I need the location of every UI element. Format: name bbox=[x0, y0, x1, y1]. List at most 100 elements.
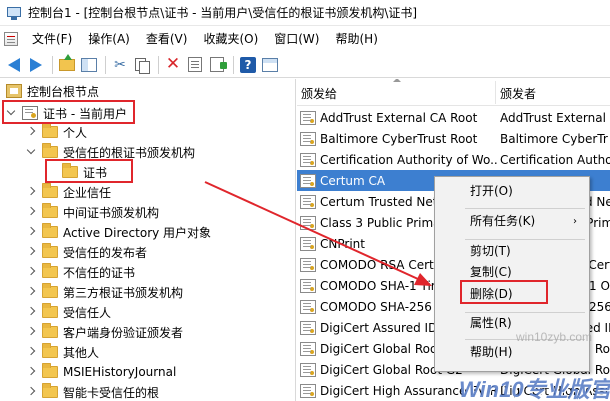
up-one-level-button[interactable] bbox=[57, 53, 77, 75]
cut-icon: ✂ bbox=[114, 56, 126, 73]
folder-icon bbox=[42, 323, 58, 338]
expand-chevron-icon[interactable] bbox=[26, 347, 36, 357]
cell-issued-to: Certification Authority of Wo... bbox=[320, 152, 498, 167]
tree-item-label: 客户端身份验证颁发者 bbox=[63, 325, 184, 340]
certificate-icon bbox=[300, 110, 316, 125]
tree-item-label: 第三方根证书颁发机构 bbox=[63, 285, 184, 300]
folder-icon bbox=[42, 303, 58, 318]
expand-chevron-icon[interactable] bbox=[26, 147, 36, 157]
properties-button[interactable] bbox=[185, 55, 205, 75]
expand-chevron-icon[interactable] bbox=[26, 307, 36, 317]
menu-separator bbox=[465, 239, 585, 240]
expand-chevron-icon[interactable] bbox=[26, 287, 36, 297]
show-hide-action-pane-button[interactable] bbox=[260, 55, 280, 75]
tree-root[interactable]: 控制台根节点 bbox=[6, 81, 99, 101]
tree-item-client-auth-issuers[interactable]: 客户端身份验证颁发者 bbox=[26, 322, 183, 342]
column-issued-by[interactable]: 颁发者 bbox=[500, 85, 536, 102]
folder-icon bbox=[42, 283, 58, 298]
cell-issued-to: Baltimore CyberTrust Root bbox=[320, 131, 478, 146]
tree-item-label: MSIEHistoryJournal bbox=[63, 365, 177, 379]
tree-item-label: 个人 bbox=[63, 125, 88, 140]
folder-icon bbox=[42, 243, 58, 258]
tree-item-label: 受信任的根证书颁发机构 bbox=[63, 145, 196, 160]
export-list-button[interactable] bbox=[207, 55, 227, 75]
export-icon bbox=[210, 57, 227, 72]
tree-item-third-party-root[interactable]: 第三方根证书颁发机构 bbox=[26, 282, 183, 302]
folder-icon bbox=[42, 363, 58, 378]
certificate-icon bbox=[300, 215, 316, 230]
folder-icon bbox=[42, 223, 58, 238]
tree-item-enterprise-trust[interactable]: 企业信任 bbox=[26, 182, 111, 202]
table-row[interactable]: Baltimore CyberTrust Root Baltimore Cyber… bbox=[297, 128, 610, 149]
copy-button[interactable] bbox=[132, 55, 152, 75]
expand-chevron-icon[interactable] bbox=[26, 127, 36, 137]
forward-button[interactable] bbox=[26, 55, 46, 75]
certificate-icon bbox=[300, 299, 316, 314]
watermark-brand: Win10专业版官网 bbox=[459, 377, 610, 401]
toolbar: ✂ ✕ ? bbox=[0, 52, 610, 78]
menu-file[interactable]: 文件(F) bbox=[24, 28, 80, 50]
menu-action[interactable]: 操作(A) bbox=[80, 28, 138, 50]
delete-button[interactable]: ✕ bbox=[163, 55, 183, 75]
certificate-icon bbox=[300, 278, 316, 293]
tree-item-personal[interactable]: 个人 bbox=[26, 122, 87, 142]
table-row[interactable]: Certification Authority of Wo... Certific… bbox=[297, 149, 610, 170]
tree-item-msiehistoryjournal[interactable]: MSIEHistoryJournal bbox=[26, 362, 176, 382]
certificate-icon bbox=[300, 383, 316, 398]
toolbar-separator bbox=[158, 55, 159, 74]
tree-item-label: 智能卡受信任的根 bbox=[63, 385, 160, 400]
tree-item-ad-user-object[interactable]: Active Directory 用户对象 bbox=[26, 222, 211, 242]
menu-favorites[interactable]: 收藏夹(O) bbox=[195, 28, 266, 50]
certificate-icon bbox=[300, 194, 316, 209]
back-button[interactable] bbox=[4, 55, 24, 75]
tree-item-trusted-people[interactable]: 受信任人 bbox=[26, 302, 111, 322]
context-menu-all-tasks-label: 所有任务(K) bbox=[470, 214, 536, 228]
tree-item-other-people[interactable]: 其他人 bbox=[26, 342, 99, 362]
expand-chevron-icon[interactable] bbox=[26, 387, 36, 397]
submenu-arrow-icon: › bbox=[573, 216, 577, 227]
sort-indicator-icon bbox=[393, 79, 401, 82]
tree-item-untrusted-certificates[interactable]: 不信任的证书 bbox=[26, 262, 135, 282]
menu-window[interactable]: 窗口(W) bbox=[266, 28, 327, 50]
help-button[interactable]: ? bbox=[238, 55, 258, 75]
certificate-icon bbox=[300, 341, 316, 356]
help-icon: ? bbox=[240, 56, 256, 73]
toolbar-separator bbox=[105, 55, 106, 74]
folder-icon bbox=[42, 183, 58, 198]
cut-button[interactable]: ✂ bbox=[110, 55, 130, 75]
column-issued-to[interactable]: 颁发给 bbox=[301, 85, 337, 102]
expand-chevron-icon[interactable] bbox=[26, 187, 36, 197]
context-menu-help[interactable]: 帮助(H) bbox=[435, 342, 589, 363]
console-app-icon bbox=[6, 5, 22, 21]
expand-chevron-icon[interactable] bbox=[26, 327, 36, 337]
folder-icon bbox=[42, 123, 58, 138]
menu-view[interactable]: 查看(V) bbox=[138, 28, 196, 50]
context-menu-all-tasks[interactable]: 所有任务(K) › bbox=[435, 211, 589, 232]
certificate-icon bbox=[300, 320, 316, 335]
console-doc-icon[interactable] bbox=[4, 32, 18, 46]
expand-chevron-icon[interactable] bbox=[26, 367, 36, 377]
folder-icon bbox=[42, 263, 58, 278]
title-bar: 控制台1 - [控制台根节点\证书 - 当前用户\受信任的根证书颁发机构\证书] bbox=[0, 0, 610, 26]
folder-icon bbox=[42, 143, 58, 158]
expand-chevron-icon[interactable] bbox=[26, 227, 36, 237]
table-row[interactable]: AddTrust External CA Root AddTrust Extern… bbox=[297, 107, 610, 128]
up-folder-icon bbox=[59, 53, 75, 71]
expand-chevron-icon[interactable] bbox=[26, 207, 36, 217]
context-menu-open[interactable]: 打开(O) bbox=[435, 181, 589, 202]
context-menu-cut[interactable]: 剪切(T) bbox=[435, 241, 589, 262]
delete-icon: ✕ bbox=[165, 54, 181, 74]
column-divider[interactable] bbox=[495, 81, 496, 104]
expand-chevron-icon[interactable] bbox=[26, 247, 36, 257]
tree-item-label: 受信任人 bbox=[63, 305, 112, 320]
tree-item-label: 其他人 bbox=[63, 345, 100, 360]
expand-chevron-icon[interactable] bbox=[26, 267, 36, 277]
tree-item-intermediate-ca[interactable]: 中间证书颁发机构 bbox=[26, 202, 159, 222]
tree-item-smart-card-trusted-roots[interactable]: 智能卡受信任的根 bbox=[26, 382, 159, 401]
menu-help[interactable]: 帮助(H) bbox=[327, 28, 385, 50]
forward-arrow-icon bbox=[30, 57, 42, 72]
tree-item-trusted-publishers[interactable]: 受信任的发布者 bbox=[26, 242, 147, 262]
cell-issued-by: Certification Autho bbox=[500, 152, 610, 167]
tree-item-label: Active Directory 用户对象 bbox=[63, 225, 212, 240]
show-hide-tree-button[interactable] bbox=[79, 55, 99, 75]
